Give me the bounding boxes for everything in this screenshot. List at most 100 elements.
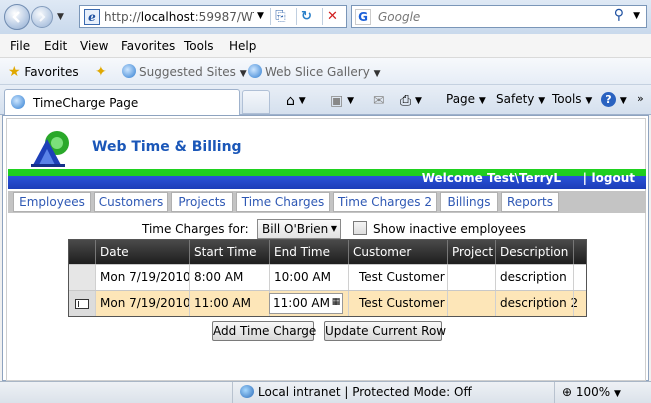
read-mail-button[interactable]: ✉ [373, 92, 385, 109]
favorites-star-icon: ★ [8, 64, 21, 80]
toolbar-overflow-icon[interactable]: » [637, 92, 644, 105]
stop-icon[interactable]: ✕ [322, 8, 342, 25]
add-time-charge-button[interactable]: Add Time Charge [212, 321, 316, 341]
col-project[interactable]: Project [447, 240, 495, 264]
cell-date[interactable]: Mon 7/19/2010 [95, 265, 191, 290]
address-input[interactable]: http://localhost:59987/WTA [104, 10, 254, 24]
google-logo-icon: G [355, 9, 371, 25]
printer-icon: ⎙ [400, 93, 412, 109]
web-slice-label: Web Slice Gallery [265, 65, 370, 79]
page-menu-button[interactable]: Page ▼ [446, 92, 486, 106]
employee-select[interactable]: Bill O'Brien ▼ [257, 219, 341, 239]
tab-title: TimeCharge Page [33, 96, 139, 110]
address-bar[interactable]: e http://localhost:59987/WTA ▼ ⎘ ↻ ✕ [79, 5, 347, 28]
cell-customer[interactable]: Test Customer [348, 291, 447, 316]
col-description[interactable]: Description [495, 240, 573, 264]
show-inactive-label: Show inactive employees [373, 222, 526, 236]
cell-start-time[interactable]: 8:00 AM [189, 265, 269, 290]
tools-menu-label: Tools [552, 92, 582, 106]
status-bar: Local intranet | Protected Mode: Off ⊕ 1… [0, 381, 651, 403]
safety-menu-button[interactable]: Safety ▼ [496, 92, 545, 106]
tools-menu-button[interactable]: Tools ▼ [552, 92, 592, 106]
compatibility-view-icon[interactable]: ⎘ [270, 8, 290, 25]
logout-link[interactable]: logout [592, 171, 635, 185]
show-inactive-checkbox[interactable] [353, 221, 367, 235]
nav-employees[interactable]: Employees [13, 192, 91, 212]
web-slice-icon [248, 64, 262, 78]
time-picker-icon[interactable]: ▦ [331, 296, 341, 309]
search-icon[interactable]: ⚲ [614, 7, 624, 23]
tab-page-icon [11, 95, 25, 109]
security-zone-label: Local intranet | Protected Mode: Off [258, 385, 472, 399]
row-header-editing[interactable] [69, 291, 95, 316]
nav-billings[interactable]: Billings [440, 192, 498, 212]
feeds-dropdown-icon: ▼ [347, 96, 354, 106]
feeds-button[interactable]: ▣ ▼ [330, 92, 354, 109]
update-current-row-button[interactable]: Update Current Row [324, 321, 446, 341]
header-separator: | [582, 171, 587, 185]
nav-time-charges-2[interactable]: Time Charges 2 [333, 192, 437, 212]
menu-tools[interactable]: Tools [184, 39, 214, 53]
zoom-control[interactable]: ⊕ 100% ▼ [562, 385, 621, 399]
welcome-text: Welcome Test\TerryL [421, 171, 561, 185]
favorites-button[interactable]: ★ Favorites [8, 64, 79, 80]
help-button[interactable]: ? ▼ [601, 92, 627, 107]
page-menu-label: Page [446, 92, 476, 106]
web-slice-gallery-button[interactable]: Web Slice Gallery ▼ [248, 64, 381, 79]
zoom-level: 100% [575, 385, 611, 399]
col-filler [573, 240, 586, 264]
table-row-selected[interactable]: Mon 7/19/2010 11:00 AM 11:00 AM ▦ Test C… [69, 290, 586, 316]
col-customer[interactable]: Customer [348, 240, 447, 264]
nav-time-charges[interactable]: Time Charges [236, 192, 330, 212]
col-end-time[interactable]: End Time [269, 240, 348, 264]
suggested-sites-button[interactable]: Suggested Sites ▼ [122, 64, 247, 79]
page-dropdown-icon: ▼ [478, 96, 486, 106]
ie-icon [122, 64, 136, 78]
col-date[interactable]: Date [95, 240, 189, 264]
refresh-icon[interactable]: ↻ [296, 8, 316, 25]
forward-button[interactable] [31, 6, 53, 28]
cell-end-time[interactable]: 10:00 AM [269, 265, 348, 290]
nav-reports[interactable]: Reports [501, 192, 559, 212]
cell-project[interactable] [447, 265, 495, 290]
search-input[interactable]: Google [378, 10, 420, 24]
menu-view[interactable]: View [80, 39, 108, 53]
home-button[interactable]: ⌂ ▼ [286, 92, 306, 109]
menu-edit[interactable]: Edit [44, 39, 67, 53]
history-dropdown-icon[interactable]: ▼ [57, 12, 64, 22]
cell-description[interactable]: description 2 [495, 291, 578, 316]
cell-project[interactable] [447, 291, 495, 316]
print-button[interactable]: ⎙ ▼ [400, 92, 422, 109]
favorites-label: Favorites [24, 65, 79, 79]
menu-help[interactable]: Help [229, 39, 256, 53]
app-logo-icon [31, 131, 69, 167]
safety-menu-label: Safety [496, 92, 535, 106]
new-tab-button[interactable] [242, 90, 270, 114]
nav-projects[interactable]: Projects [171, 192, 233, 212]
cell-customer[interactable]: Test Customer [348, 265, 447, 290]
table-row[interactable]: Mon 7/19/2010 8:00 AM 10:00 AM Test Cust… [69, 264, 586, 290]
search-box[interactable]: G Google ⚲ ▼ [351, 5, 647, 28]
mail-icon: ✉ [373, 93, 385, 109]
tools-dropdown-icon: ▼ [585, 96, 593, 106]
main-nav: Employees Customers Projects Time Charge… [8, 191, 646, 213]
address-dropdown-icon[interactable]: ▼ [257, 11, 264, 21]
row-header[interactable] [69, 265, 95, 290]
cell-description[interactable]: description [495, 265, 573, 290]
cell-filler [573, 291, 586, 316]
help-icon: ? [601, 92, 616, 107]
menu-file[interactable]: File [10, 39, 30, 53]
web-slice-dropdown-icon: ▼ [373, 69, 381, 79]
nav-customers[interactable]: Customers [94, 192, 168, 212]
tab-timecharge-page[interactable]: TimeCharge Page [4, 89, 240, 115]
search-options-dropdown-icon[interactable]: ▼ [633, 11, 640, 21]
back-button[interactable] [4, 4, 30, 30]
grid-header: Date Start Time End Time Customer Projec… [69, 240, 586, 264]
col-start-time[interactable]: Start Time [189, 240, 269, 264]
security-zone-status[interactable]: Local intranet | Protected Mode: Off [240, 385, 472, 399]
cell-date[interactable]: Mon 7/19/2010 [95, 291, 191, 316]
menu-favorites[interactable]: Favorites [121, 39, 175, 53]
cell-start-time[interactable]: 11:00 AM [189, 291, 269, 316]
rss-icon: ▣ [330, 93, 344, 109]
add-to-favorites-button[interactable]: ✦ [95, 64, 107, 80]
